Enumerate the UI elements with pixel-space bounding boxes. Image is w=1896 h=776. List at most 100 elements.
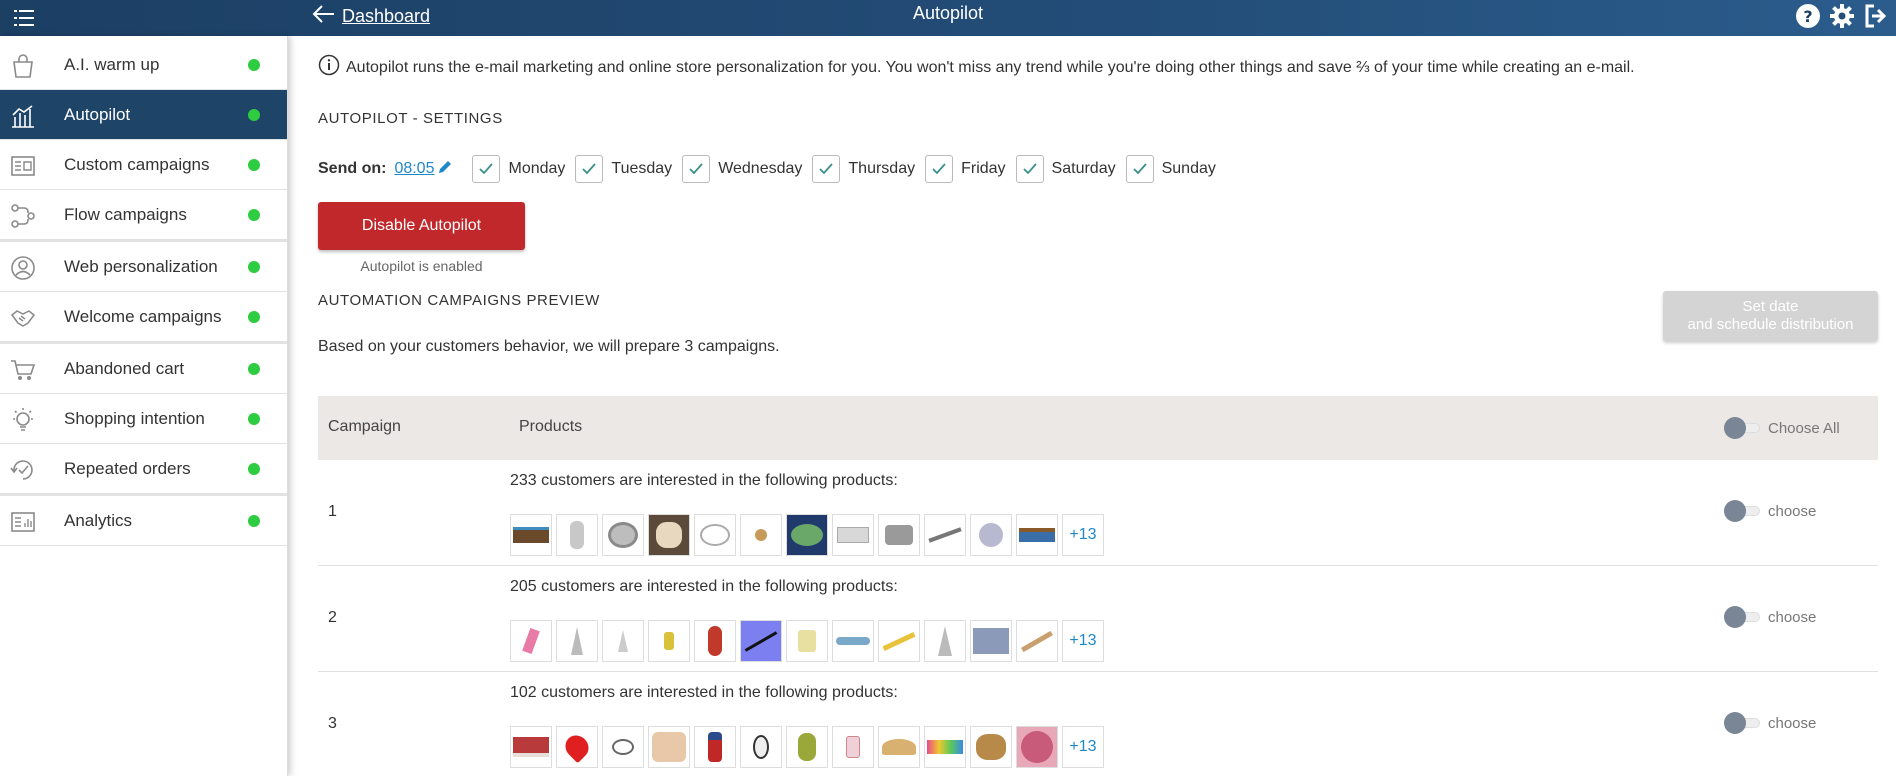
product-thumbnail[interactable] [786,726,828,768]
back-to-dashboard-link[interactable]: Dashboard [312,2,430,30]
product-thumbnail[interactable] [970,726,1012,768]
sidebar-item-label: Analytics [64,510,133,530]
sidebar-item-repeated-orders[interactable]: Repeated orders [0,444,287,496]
campaign-description: 102 customers are interested in the foll… [510,684,898,701]
choose-toggle[interactable] [1724,712,1760,734]
product-thumbnail[interactable] [648,726,690,768]
product-thumbnail[interactable] [648,514,690,556]
more-products-link[interactable]: +13 [1062,620,1104,662]
product-thumbnail[interactable] [878,514,920,556]
product-thumbnail[interactable] [510,726,552,768]
choose-toggle[interactable] [1724,500,1760,522]
product-thumbnail[interactable] [740,514,782,556]
product-thumbnail[interactable] [602,726,644,768]
campaign-number: 2 [328,609,337,626]
day-wednesday[interactable]: Wednesday [682,155,802,183]
autopilot-status-note: Autopilot is enabled [360,258,483,274]
product-thumbnail[interactable] [970,514,1012,556]
product-thumbnail[interactable] [786,620,828,662]
status-dot [248,158,260,171]
campaigns-table: Campaign Products Choose All 1 233 custo… [318,396,1878,776]
day-saturday[interactable]: Saturday [1015,155,1116,183]
checkbox-tuesday[interactable] [575,155,604,183]
send-time-link[interactable]: 08:05 [394,160,434,178]
product-thumbnail[interactable] [1016,620,1058,662]
info-icon [318,54,340,81]
choose-label: choose [1768,715,1817,732]
product-thumbnail[interactable] [924,726,966,768]
analytics-card-icon [10,509,36,535]
checkbox-thursday[interactable] [812,155,841,183]
status-dot [248,58,260,71]
status-dot [248,462,260,475]
product-thumbnail[interactable] [602,514,644,556]
day-monday[interactable]: Monday [472,155,565,183]
column-products: Products [519,418,583,435]
day-tuesday[interactable]: Tuesday [575,155,672,183]
product-thumbnail[interactable] [694,726,736,768]
product-thumbnail[interactable] [602,620,644,662]
product-thumbnail[interactable] [556,514,598,556]
product-thumbnail[interactable] [556,620,598,662]
sidebar-item-ai-warm-up[interactable]: A.I. warm up [0,40,287,90]
product-thumbnail[interactable] [1016,726,1058,768]
product-thumbnail[interactable] [878,620,920,662]
product-thumbnail[interactable] [786,514,828,556]
product-thumbnail[interactable] [694,514,736,556]
product-thumbnail[interactable] [1016,514,1058,556]
product-thumbnail[interactable] [878,726,920,768]
status-dot [248,412,260,425]
campaign-description: 233 customers are interested in the foll… [510,472,898,489]
checkbox-friday[interactable] [925,155,954,183]
campaign-description: 205 customers are interested in the foll… [510,578,898,595]
settings-title: AUTOPILOT - SETTINGS [318,110,503,127]
sidebar-item-welcome-campaigns[interactable]: Welcome campaigns [0,292,287,344]
preview-title: AUTOMATION CAMPAIGNS PREVIEW [318,292,600,309]
logout-icon[interactable] [1862,2,1890,30]
checkbox-saturday[interactable] [1015,155,1044,183]
main-content: Autopilot runs the e-mail marketing and … [318,36,1878,776]
product-thumbnail[interactable] [924,620,966,662]
product-thumbnail[interactable] [970,620,1012,662]
choose-label: choose [1768,503,1817,520]
schedule-distribution-button[interactable]: Set date and schedule distribution [1663,291,1878,341]
sidebar-item-web-personalization[interactable]: Web personalization [0,242,287,292]
product-thumbnail[interactable] [510,620,552,662]
checkbox-monday[interactable] [472,155,501,183]
disable-autopilot-button[interactable]: Disable Autopilot [318,202,525,250]
product-thumbnail[interactable] [694,620,736,662]
product-thumbnails: +13 [510,726,1104,768]
choose-toggle[interactable] [1724,606,1760,628]
sidebar-item-label: Welcome campaigns [64,306,222,326]
day-thursday[interactable]: Thursday [812,155,915,183]
more-products-link[interactable]: +13 [1062,514,1104,556]
help-icon[interactable]: ? [1794,2,1822,30]
pencil-icon[interactable] [438,160,452,179]
bag-icon [10,53,36,79]
product-thumbnail[interactable] [740,620,782,662]
checkbox-wednesday[interactable] [682,155,711,183]
sidebar-item-custom-campaigns[interactable]: Custom campaigns [0,140,287,190]
product-thumbnail[interactable] [510,514,552,556]
sidebar-item-autopilot[interactable]: Autopilot [0,90,287,140]
choose-all-toggle[interactable] [1724,417,1760,439]
product-thumbnail[interactable] [924,514,966,556]
day-sunday[interactable]: Sunday [1125,155,1216,183]
product-thumbnail[interactable] [832,514,874,556]
product-thumbnail[interactable] [648,620,690,662]
gear-icon[interactable] [1828,2,1856,30]
more-products-link[interactable]: +13 [1062,726,1104,768]
product-thumbnail[interactable] [832,620,874,662]
day-friday[interactable]: Friday [925,155,1006,183]
status-dot [248,108,260,121]
checkbox-sunday[interactable] [1125,155,1154,183]
handshake-icon [10,305,36,331]
menu-icon[interactable] [10,4,38,32]
product-thumbnail[interactable] [832,726,874,768]
sidebar-item-shopping-intention[interactable]: Shopping intention [0,394,287,444]
product-thumbnail[interactable] [556,726,598,768]
sidebar-item-flow-campaigns[interactable]: Flow campaigns [0,190,287,242]
sidebar-item-analytics[interactable]: Analytics [0,496,287,546]
product-thumbnail[interactable] [740,726,782,768]
sidebar-item-abandoned-cart[interactable]: Abandoned cart [0,344,287,394]
